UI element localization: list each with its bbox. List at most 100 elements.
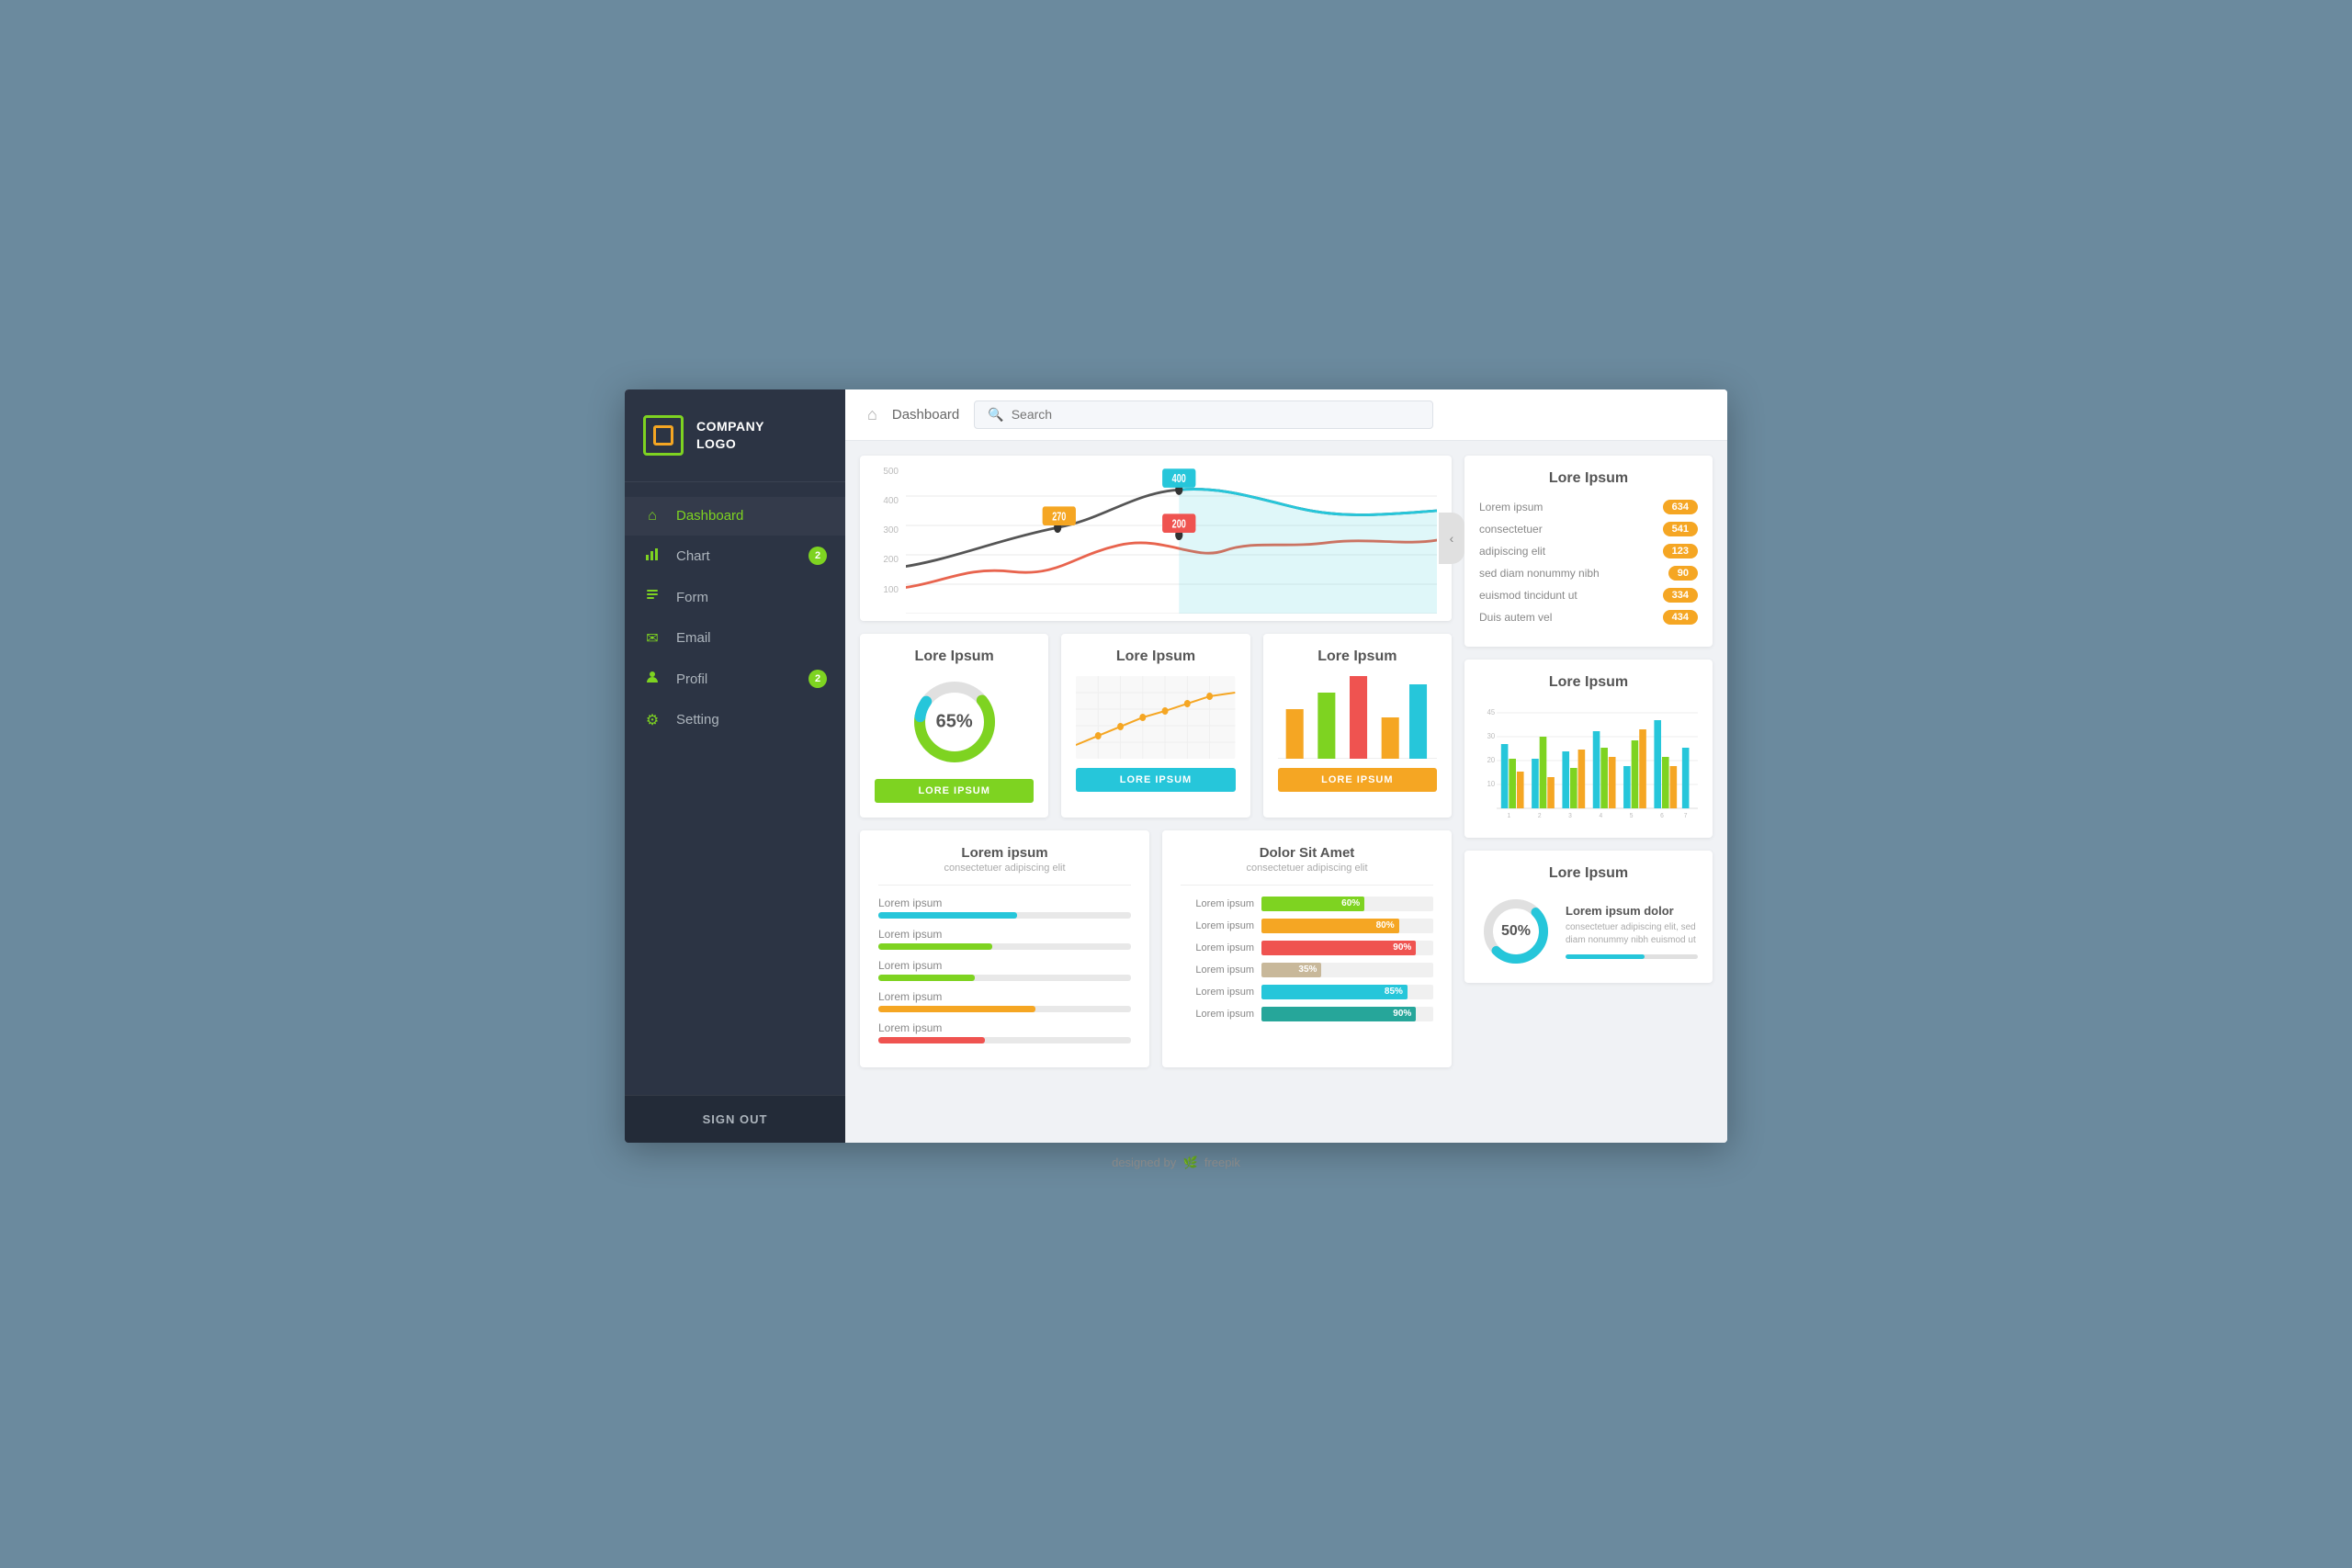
sidebar-item-label-email: Email — [676, 630, 711, 646]
signout-button[interactable]: SIGN OUT — [643, 1112, 827, 1126]
hbar-fill-1: 60% — [1261, 897, 1364, 911]
right-donut-desc-title: Lorem ipsum dolor — [1566, 904, 1698, 918]
sidebar-item-setting[interactable]: ⚙ Setting — [625, 700, 845, 740]
progress-label-1: Lorem ipsum — [878, 897, 1131, 909]
list-label-5: euismod tincidunt ut — [1479, 589, 1577, 602]
bottom-row: Lorem ipsum consectetuer adipiscing elit… — [860, 830, 1452, 1067]
list-label-4: sed diam nonummy nibh — [1479, 567, 1600, 580]
list-label-6: Duis autem vel — [1479, 611, 1552, 624]
logo-inner-square — [653, 425, 673, 446]
signout-section: SIGN OUT — [625, 1095, 845, 1143]
card-donut: Lore Ipsum 65% LORE IPSUM — [860, 634, 1048, 818]
hbar-label-6: Lorem ipsum — [1181, 1009, 1254, 1020]
home-icon: ⌂ — [643, 508, 662, 525]
email-icon: ✉ — [643, 629, 662, 648]
right-bar-card: Lore Ipsum 45 30 20 10 — [1464, 660, 1713, 838]
hbar-fill-6: 90% — [1261, 1007, 1416, 1021]
sidebar-item-label-profil: Profil — [676, 671, 707, 687]
search-icon: 🔍 — [988, 407, 1003, 423]
card2-action-btn[interactable]: LORE IPSUM — [1076, 768, 1235, 792]
hbar-fill-2: 80% — [1261, 919, 1399, 933]
right-donut-bar-fill — [1566, 954, 1645, 959]
list-row-4: sed diam nonummy nibh 90 — [1479, 566, 1698, 581]
list-badge-6: 434 — [1663, 610, 1698, 625]
hbar-track-4: 35% — [1261, 963, 1433, 977]
svg-text:7: 7 — [1684, 812, 1688, 818]
progress-item-3: Lorem ipsum — [878, 959, 1131, 981]
svg-text:45: 45 — [1487, 707, 1496, 716]
progress-item-5: Lorem ipsum — [878, 1021, 1131, 1043]
list-row-3: adipiscing elit 123 — [1479, 544, 1698, 558]
list-row-6: Duis autem vel 434 — [1479, 610, 1698, 625]
grouped-bar-chart — [1278, 676, 1437, 759]
hbar-row-6: Lorem ipsum 90% — [1181, 1007, 1433, 1021]
hbar-label-3: Lorem ipsum — [1181, 942, 1254, 953]
hbar-label-1: Lorem ipsum — [1181, 898, 1254, 909]
svg-text:2: 2 — [1538, 812, 1542, 818]
sidebar-item-profil[interactable]: Profil 2 — [625, 659, 845, 700]
card-line: Lore Ipsum — [1061, 634, 1250, 818]
progress-divider — [878, 885, 1131, 886]
progress-card: Lorem ipsum consectetuer adipiscing elit… — [860, 830, 1149, 1067]
footer-brand: freepik — [1204, 1156, 1240, 1169]
y-label-400: 400 — [875, 496, 902, 506]
right-bar-chart-area: 45 30 20 10 — [1479, 704, 1698, 823]
svg-text:20: 20 — [1487, 755, 1496, 763]
header-home-icon: ⌂ — [867, 405, 877, 424]
header-breadcrumb: Dashboard — [892, 407, 959, 423]
card1-action-btn[interactable]: LORE IPSUM — [875, 779, 1034, 803]
hbar-fill-3: 90% — [1261, 941, 1416, 955]
card1-title: Lore Ipsum — [915, 649, 994, 665]
list-row-2: consectetuer 541 — [1479, 522, 1698, 536]
sidebar-nav: ⌂ Dashboard Chart 2 Form — [625, 482, 845, 1095]
y-label-300: 300 — [875, 525, 902, 536]
card2-title: Lore Ipsum — [1116, 649, 1195, 665]
right-donut-card: Lore Ipsum 50% Lorem ipsum dolor — [1464, 851, 1713, 983]
donut-chart: 65% — [909, 676, 1001, 768]
search-input[interactable] — [1012, 407, 1420, 422]
sidebar-item-dashboard[interactable]: ⌂ Dashboard — [625, 497, 845, 536]
hbar-pct-3: 90% — [1393, 942, 1411, 953]
right-list-title: Lore Ipsum — [1479, 470, 1698, 487]
right-donut-text: Lorem ipsum dolor consectetuer adipiscin… — [1566, 904, 1698, 959]
hbar-row-3: Lorem ipsum 90% — [1181, 941, 1433, 955]
sidebar-item-label-chart: Chart — [676, 548, 710, 564]
hbar-label-2: Lorem ipsum — [1181, 920, 1254, 931]
footer-text: designed by — [1112, 1156, 1176, 1169]
svg-text:200: 200 — [1172, 517, 1186, 530]
progress-bar-bg-3 — [878, 975, 1131, 981]
card-bar: Lore Ipsum — [1263, 634, 1452, 818]
progress-bar-bg-5 — [878, 1037, 1131, 1043]
svg-text:400: 400 — [1172, 472, 1186, 485]
right-bar-title: Lore Ipsum — [1479, 674, 1698, 691]
progress-bar-fill-4 — [878, 1006, 1035, 1012]
svg-text:3: 3 — [1568, 812, 1572, 818]
card3-action-btn[interactable]: LORE IPSUM — [1278, 768, 1437, 792]
sidebar-logo: COMPANY LOGO — [625, 389, 845, 482]
sidebar-item-form[interactable]: Form — [625, 577, 845, 618]
list-row-1: Lorem ipsum 634 — [1479, 500, 1698, 514]
y-label-100: 100 — [875, 585, 902, 595]
progress-bar-fill-1 — [878, 912, 1017, 919]
user-icon — [643, 670, 662, 689]
sidebar-item-label-setting: Setting — [676, 712, 719, 728]
progress-label-4: Lorem ipsum — [878, 990, 1131, 1003]
progress-item-4: Lorem ipsum — [878, 990, 1131, 1012]
line-chart-container: 100 200 300 400 500 — [875, 467, 1437, 614]
list-label-2: consectetuer — [1479, 523, 1543, 536]
right-donut-desc-text: consectetuer adipiscing elit, sed diam n… — [1566, 921, 1698, 947]
bar-chart-icon — [643, 547, 662, 566]
hbar-pct-5: 85% — [1385, 987, 1403, 997]
hbar-row-1: Lorem ipsum 60% — [1181, 897, 1433, 911]
progress-label-5: Lorem ipsum — [878, 1021, 1131, 1034]
sidebar-item-email[interactable]: ✉ Email — [625, 618, 845, 659]
list-label-3: adipiscing elit — [1479, 545, 1545, 558]
search-bar[interactable]: 🔍 — [974, 400, 1433, 429]
sidebar-item-label-form: Form — [676, 590, 708, 605]
hbar-pct-6: 90% — [1393, 1009, 1411, 1019]
sidebar-item-chart[interactable]: Chart 2 — [625, 536, 845, 577]
hbar-track-2: 80% — [1261, 919, 1433, 933]
sidebar-collapse-toggle[interactable]: ‹ — [1439, 513, 1464, 564]
profil-badge: 2 — [808, 670, 827, 688]
header: ⌂ Dashboard 🔍 — [845, 389, 1727, 441]
